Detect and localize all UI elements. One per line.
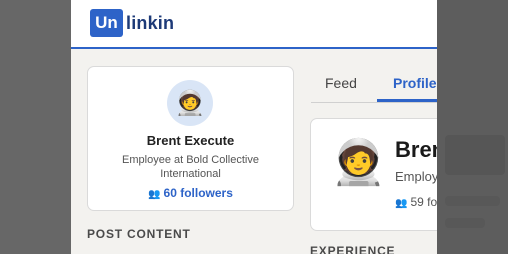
backdrop-shape [445,196,500,206]
profile-name: Brent [395,137,437,162]
app-window: Un linkin 🧑‍🚀 Brent Execute Employee at … [71,0,437,254]
backdrop-shape [445,218,485,228]
profile-summary-card: 🧑‍🚀 Brent Execute Employee at Bold Colle… [87,66,294,211]
people-icon: 👥 [395,198,408,209]
followers-link[interactable]: 👥 60 followers [88,186,293,200]
avatar[interactable]: 🧑‍🚀 [167,80,213,126]
tab-feed[interactable]: Feed [325,75,357,91]
followers-link[interactable]: 👥 59 fo [395,195,437,209]
profile-header-card: 🧑‍🚀 Brent Employy 👥59 fo [310,118,437,231]
logo-text: linkin [126,12,175,33]
logo-mark: Un [90,9,123,37]
profile-role: Employee at Bold Collective Internationa… [122,154,259,180]
top-header: Un linkin [71,0,437,49]
backdrop-shape [445,135,505,175]
people-icon: 👥 [148,189,161,200]
astronaut-icon: 🧑‍🚀 [331,138,386,187]
tab-profile[interactable]: Profile [393,75,437,91]
astronaut-icon: 🧑‍🚀 [175,89,205,117]
profile-name: Brent Execute [146,133,235,148]
experience-heading: EXPERIENCE [310,244,396,254]
tab-bar: Feed Profile [311,66,437,103]
dimmed-backdrop-right [437,0,508,254]
unlinkin-logo[interactable]: Un linkin [90,9,174,37]
followers-count: 59 fo [410,195,437,209]
post-content-heading: POST CONTENT [87,227,191,241]
profile-role: Employy [395,169,437,184]
followers-count: 60 followers [163,186,233,200]
dimmed-backdrop-left [0,0,71,254]
active-tab-indicator [377,99,437,102]
